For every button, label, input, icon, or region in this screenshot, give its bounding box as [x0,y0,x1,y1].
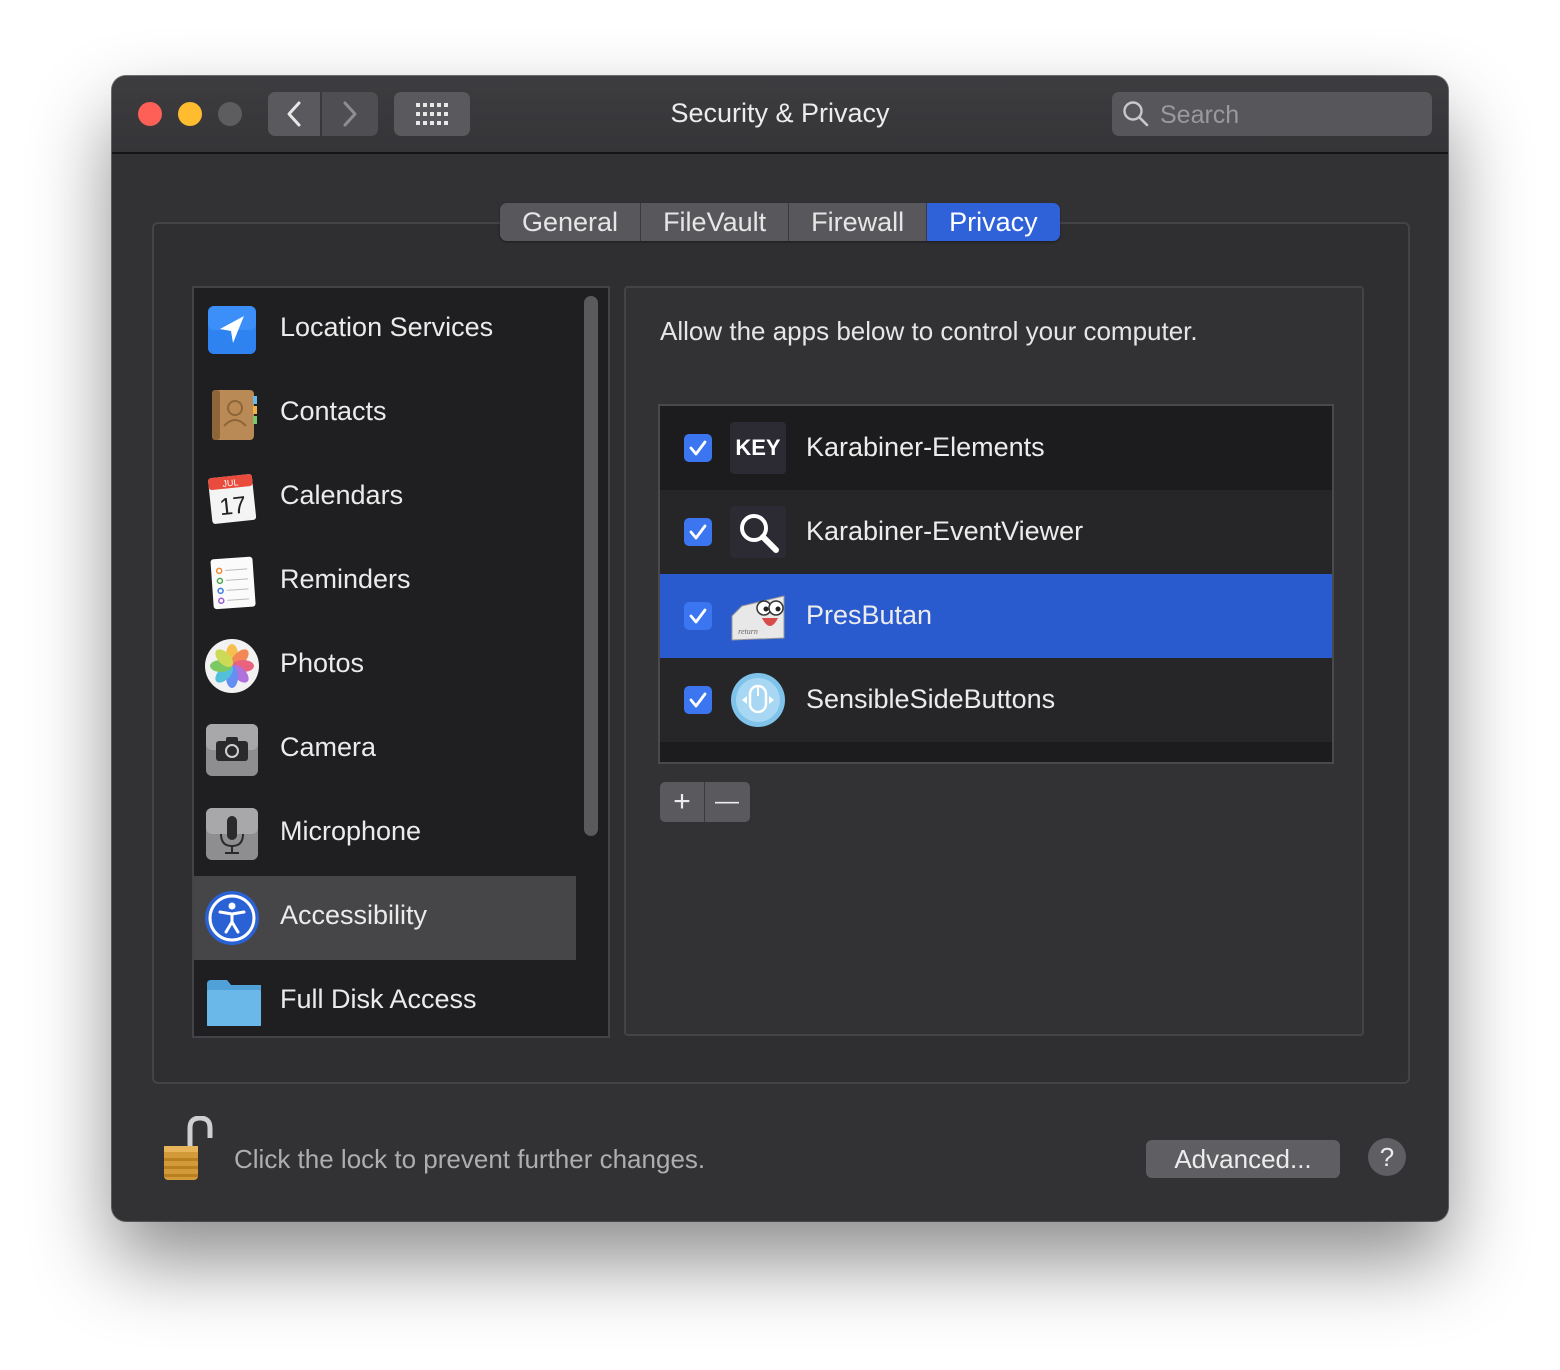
add-app-button[interactable]: + [660,782,705,822]
app-checkbox[interactable] [684,434,712,462]
sidebar-item-contacts[interactable]: Contacts [194,372,576,456]
magnifier-icon [730,506,786,558]
help-button[interactable]: ? [1368,1138,1406,1176]
checkmark-icon [689,692,707,708]
app-name: Karabiner-EventViewer [806,516,1084,546]
checkmark-icon [689,524,707,540]
sidebar-item-accessibility[interactable]: Accessibility [194,876,576,960]
instruction-text: Allow the apps below to control your com… [660,316,1198,346]
sidebar-item-label: Microphone [280,816,422,846]
contacts-book-icon [212,390,257,440]
sidebar-item-label: Calendars [280,480,404,510]
key-icon: KEY [730,422,786,474]
sidebar-item-calendars[interactable]: JUL 17 Calendars [194,456,576,540]
add-symbol: + [673,785,691,818]
app-checkbox[interactable] [684,602,712,630]
app-checkbox[interactable] [684,686,712,714]
tab-general[interactable]: General [500,203,642,241]
svg-text:KEY: KEY [735,435,781,460]
tab-firewall[interactable]: Firewall [789,203,928,241]
checkmark-icon [689,440,707,456]
sidebar-item-label: Full Disk Access [280,984,477,1014]
unlocked-padlock-icon [164,1115,213,1180]
search-icon [1123,101,1149,127]
app-row-karabiner-elements[interactable]: KEY Karabiner-Elements [660,406,1332,490]
sidebar-item-label: Camera [280,732,377,762]
reminders-list-icon [210,556,256,610]
microphone-icon [206,808,258,860]
sidebar-item-microphone[interactable]: Microphone [194,792,576,876]
svg-text:return: return [738,627,758,636]
privacy-detail-pane: Allow the apps below to control your com… [624,286,1364,1036]
accessibility-icon [205,891,259,945]
search-field[interactable] [1112,92,1432,138]
app-name: Karabiner-Elements [806,432,1045,462]
folder-icon [207,980,261,1026]
sidebar-item-label: Accessibility [280,900,428,930]
sidebar-item-location-services[interactable]: Location Services [194,288,576,372]
location-arrow-icon [208,306,256,354]
tab-filevault[interactable]: FileVault [641,203,790,241]
remove-symbol: — [715,788,739,815]
lock-button[interactable] [160,1115,224,1189]
sidebar-item-reminders[interactable]: Reminders [194,540,576,624]
tab-privacy[interactable]: Privacy [927,203,1060,241]
privacy-category-list: Location Services Contacts JUL 17 Calend… [192,286,610,1038]
title-bar: Security & Privacy [112,76,1448,154]
sidebar-scrollbar[interactable] [584,296,598,836]
app-list: KEY Karabiner-Elements Karabiner-EventVi… [658,404,1334,764]
svg-text:17: 17 [218,492,247,522]
tab-bar: General FileVault Firewall Privacy [500,203,1060,241]
sidebar-item-label: Photos [280,648,365,678]
sidebar-item-label: Contacts [280,396,387,426]
photos-flower-icon [205,639,259,693]
app-row-karabiner-eventviewer[interactable]: Karabiner-EventViewer [660,490,1332,574]
mouse-icon [731,673,785,727]
remove-app-button[interactable]: — [705,782,749,822]
lock-message: Click the lock to prevent further change… [234,1144,706,1174]
checkmark-icon [689,608,707,624]
sidebar-item-camera[interactable]: Camera [194,708,576,792]
app-name: SensibleSideButtons [806,684,1056,714]
return-key-eyes-icon: return [731,595,785,641]
app-name: PresButan [806,600,933,630]
search-input[interactable] [1158,92,1422,138]
security-privacy-window: Security & Privacy General FileVault Fir… [112,76,1448,1221]
sidebar-item-label: Location Services [280,312,494,342]
app-checkbox[interactable] [684,518,712,546]
sidebar-item-full-disk-access[interactable]: Full Disk Access [194,960,576,1036]
add-remove-buttons: + — [660,782,750,822]
camera-icon [206,724,258,776]
sidebar-item-label: Reminders [280,564,411,594]
app-row-sensiblesidebuttons[interactable]: SensibleSideButtons [660,658,1332,742]
calendar-icon: JUL 17 [208,474,257,524]
sidebar-item-photos[interactable]: Photos [194,624,576,708]
svg-text:JUL: JUL [222,477,239,489]
app-row-presbutan[interactable]: return PresButan [660,574,1332,658]
advanced-button[interactable]: Advanced... [1146,1140,1340,1178]
